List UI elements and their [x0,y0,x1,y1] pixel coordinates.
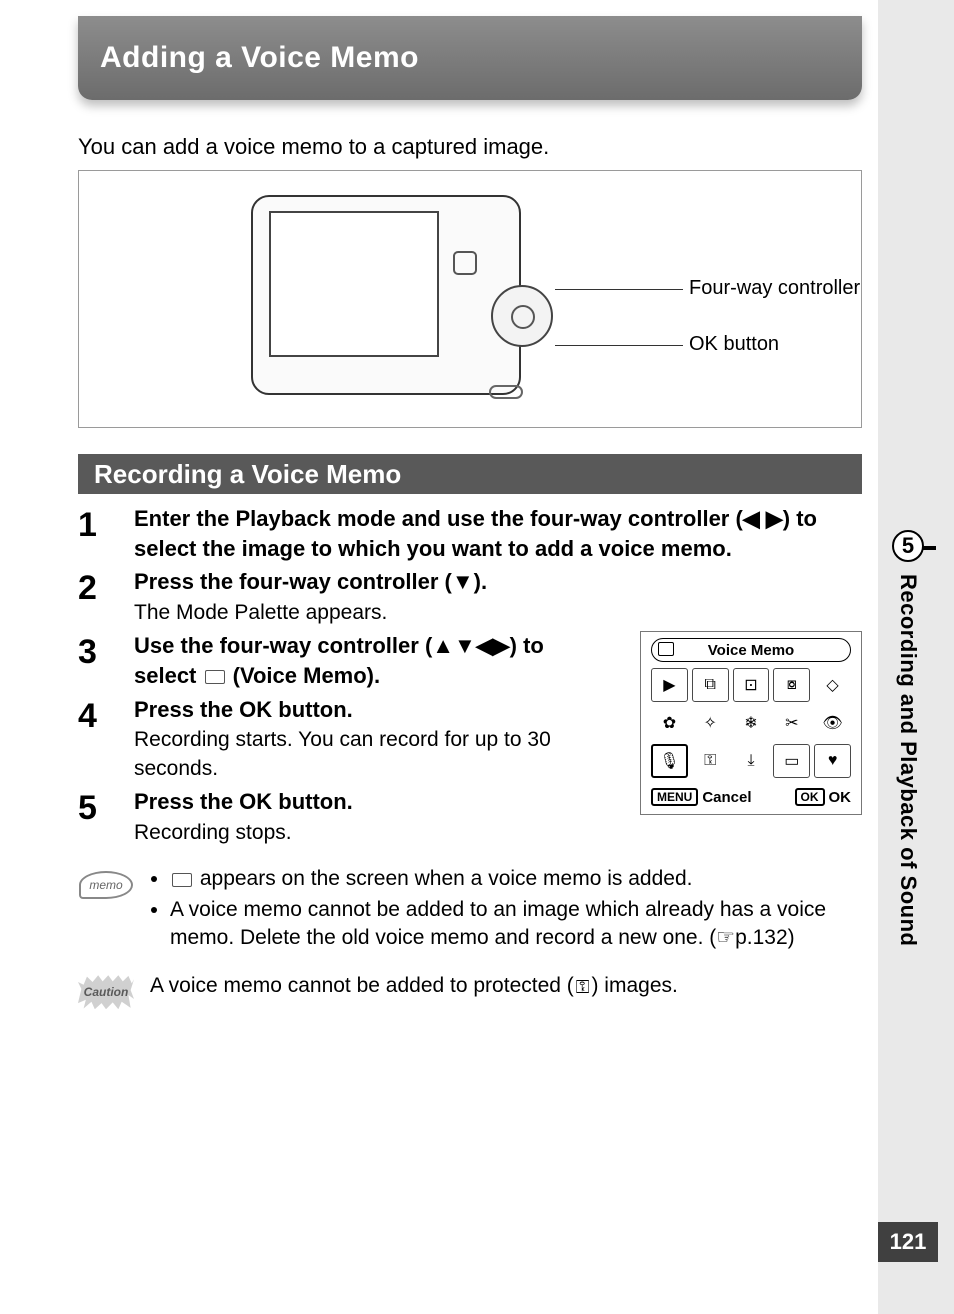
step-number: 2 [78,567,134,605]
caution-icon: Caution [78,975,134,1009]
palette-cell: ✂ [773,706,810,740]
intro-text: You can add a voice memo to a captured i… [78,134,878,160]
step-2: 2 Press the four-way controller (▼). The… [78,567,862,627]
step-sub: Recording stops. [134,819,604,847]
step-number: 3 [78,631,134,669]
caution-note: Caution A voice memo cannot be added to … [78,972,862,1012]
ok-button-icon [489,385,523,399]
step-head: Press the four-way controller (▼). [134,567,852,597]
ok-pill-icon: OK [795,788,825,806]
palette-cell: ▭ [773,744,810,778]
figure-label-fourway: Four-way controller [689,277,860,300]
lock-icon: ⚿ [574,975,592,999]
chapter-title: Recording and Playback of Sound [895,574,921,946]
section-heading: Recording a Voice Memo [78,454,862,494]
memo-bullet: appears on the screen when a voice memo … [170,865,862,893]
memo-bullet: A voice memo cannot be added to an image… [170,896,862,953]
step-head: Enter the Playback mode and use the four… [134,504,852,563]
memo-note: memo appears on the screen when a voice … [78,865,862,954]
chapter-number: 5 [892,530,924,562]
camera-illustration [251,189,551,407]
palette-cell: ♥ [814,744,851,778]
palette-cell: ◇ [814,668,851,702]
step-number: 4 [78,695,134,733]
palette-cell: ⚿ [692,744,729,778]
step-number: 1 [78,504,134,542]
palette-ok: OK OK [795,788,852,806]
playback-icon [658,642,674,656]
palette-cell: ❄ [733,706,770,740]
voice-memo-icon [205,670,225,684]
camera-figure: Four-way controller OK button [78,170,862,428]
page-number: 121 [878,1222,938,1262]
menu-pill-icon: MENU [651,788,698,806]
caution-text: A voice memo cannot be added to protecte… [150,972,862,1000]
palette-cell: ✿ [651,706,688,740]
palette-cell: ✧ [692,706,729,740]
mode-palette: Voice Memo ▶ ⧉ ⊡ ⧇ ◇ ✿ ✧ ❄ ✂ 👁 🎙 ⚿ ⤓ ▭ [640,631,862,815]
palette-title: Voice Memo [708,642,794,659]
page-title-banner: Adding a Voice Memo [78,16,862,100]
palette-cancel: MENU Cancel [651,788,752,806]
step-head: Use the four-way controller (▲▼◀▶) to se… [134,631,604,690]
memo-icon: memo [79,871,133,899]
palette-cell: ▶ [651,668,688,702]
page-title: Adding a Voice Memo [100,41,419,75]
voice-memo-indicator-icon [172,873,192,887]
side-margin: 5 Recording and Playback of Sound 121 [878,0,954,1314]
step-head: Press the OK button. [134,787,604,817]
palette-cell: ⊡ [733,668,770,702]
palette-cell: ⧉ [692,668,729,702]
figure-label-ok: OK button [689,333,779,356]
step-1: 1 Enter the Playback mode and use the fo… [78,504,862,563]
palette-title-bar: Voice Memo [651,638,851,662]
palette-cell: ⤓ [733,744,770,778]
palette-cell-selected: 🎙 [651,744,688,778]
step-head: Press the OK button. [134,695,604,725]
step-sub: Recording starts. You can record for up … [134,726,604,783]
step-sub: The Mode Palette appears. [134,599,852,627]
palette-cell: 👁 [814,706,851,740]
fourway-controller-icon [491,285,553,347]
palette-cell: ⧇ [773,668,810,702]
step-number: 5 [78,787,134,825]
